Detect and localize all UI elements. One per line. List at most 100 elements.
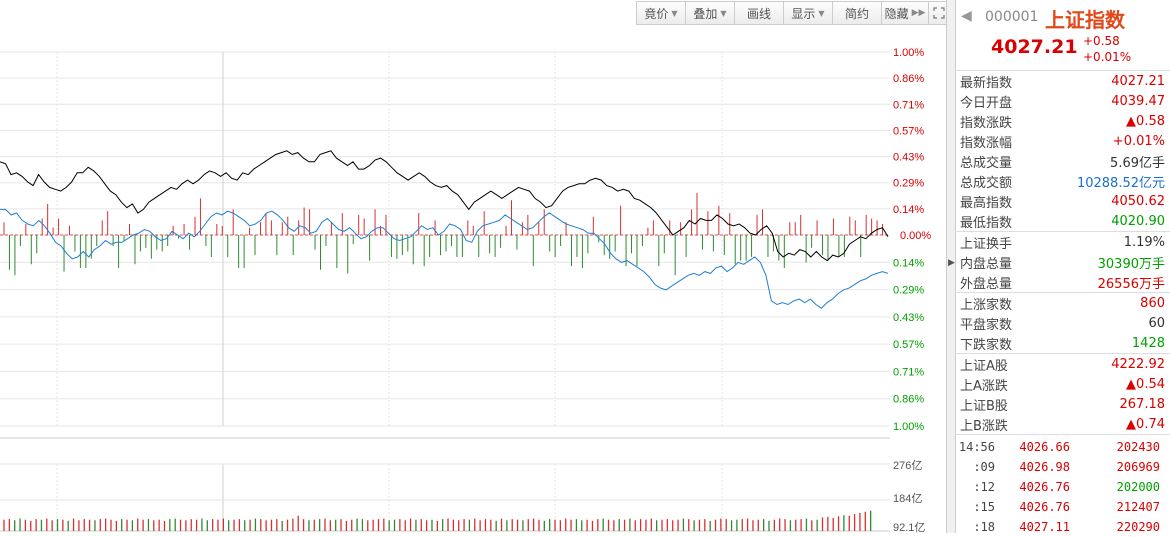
collapse-arrow-icon: ▶ [948,257,955,267]
volume-axis-label: 184亿 [893,492,922,505]
stat-value: 4050.62 [1111,193,1165,209]
index-name: 上证指数 [1045,8,1125,32]
stat-row: 上证B股 267.18 [955,394,1170,414]
stat-row: 外盘总量 26556万手 [955,272,1170,292]
toolbar-auction-button[interactable]: 竟价 ▼ [636,1,685,25]
stat-row: 上B涨跌 ▲0.74 [955,414,1170,434]
toolbar-draw-label: 画线 [746,6,771,21]
tick-time: :15 [973,500,995,514]
stat-label: 外盘总量 [960,276,1013,292]
stat-label: 上B涨跌 [960,418,1008,434]
y-axis-tick-label: 0.57% [893,339,924,351]
volume-axis-label: 276亿 [893,459,922,472]
stat-value: 4020.90 [1111,213,1165,229]
chevron-down-icon: ▼ [720,8,727,18]
fullscreen-icon [933,7,945,19]
back-arrow-icon[interactable]: ◀ [961,8,972,24]
y-axis-tick-label: 0.43% [893,312,924,324]
stat-label: 上证换手 [960,236,1013,252]
toolbar-draw-button[interactable]: 画线 [734,1,783,25]
stat-label: 最新指数 [960,75,1013,91]
stat-row: 下跌家数 1428 [955,333,1170,353]
stat-value: 30390万手 [1097,256,1165,272]
stats-group: 上证A股 4222.92 上A涨跌 ▲0.54 上证B股 267.18 上B涨跌 ▲0.74 [955,354,1170,435]
stat-label: 指数涨幅 [960,135,1013,151]
toolbar-hide-label: 隐藏 [884,6,909,21]
tick-price: 4027.11 [1019,520,1070,534]
stat-row: 最高指数 4050.62 [955,191,1170,211]
stat-value: ▲0.74 [1126,416,1165,432]
tick-volume: 220290 [1116,520,1160,534]
toolbar-auction-label: 竟价 [644,6,669,21]
stat-row: 今日开盘 4039.47 [955,91,1170,111]
tick-price: 4026.98 [1019,460,1070,474]
stat-value: 4222.92 [1111,356,1165,372]
chevron-down-icon: ▼ [671,8,678,18]
y-axis-tick-label: 0.86% [893,394,924,406]
y-axis-tick-label: 0.57% [893,125,924,137]
y-axis-tick-label: 1.00% [893,421,924,433]
toolbar-overlay-label: 叠加 [693,6,718,21]
tick-row: :12 4026.76 202000 [955,477,1170,497]
intraday-chart[interactable]: 1.00% 0.86% 0.71% 0.57% 0.43% 0.29% 0.14% 0.00%… [0,26,946,533]
stats-group: 上涨家数 860 平盘家数 60 下跌家数 1428 [955,293,1170,354]
index-code: 000001 [985,9,1039,25]
quote-header: ◀ 000001 上证指数 4027.21 +0.58 +0.01% [955,0,1170,71]
toolbar-display-button[interactable]: 显示 ▼ [783,1,832,25]
tick-time: 14:56 [958,440,995,454]
index-change-pct: +0.01% [1083,50,1132,64]
double-chevron-right-icon: ▶▶ [911,8,926,18]
y-axis-zero-label: 0.00% [900,230,931,242]
stat-row: 指数涨幅 +0.01% [955,131,1170,151]
y-axis-tick-label: 0.71% [893,99,924,111]
tick-row: :15 4026.76 212407 [955,497,1170,517]
y-axis-tick-label: 0.71% [893,366,924,378]
stat-label: 上涨家数 [960,297,1013,313]
toolbar-simple-button[interactable]: 简约 [832,1,881,25]
chevron-down-icon: ▼ [818,8,825,18]
toolbar-overlay-button[interactable]: 叠加 ▼ [685,1,734,25]
y-axis-tick-label: 0.43% [893,152,924,164]
tick-volume: 212407 [1116,500,1160,514]
y-axis-tick-label: 0.86% [893,73,924,85]
stat-row: 总成交量 5.69亿手 [955,151,1170,171]
stat-value: 26556万手 [1097,276,1165,292]
stat-label: 平盘家数 [960,317,1013,333]
stat-row: 上A涨跌 ▲0.54 [955,374,1170,394]
stat-label: 总成交量 [960,155,1013,171]
stat-row: 指数涨跌 ▲0.58 [955,111,1170,131]
stat-value: 4027.21 [1111,73,1165,89]
stat-row: 上涨家数 860 [955,293,1170,313]
stat-value: 267.18 [1119,396,1166,412]
stat-row: 平盘家数 60 [955,313,1170,333]
stat-value: 4039.47 [1111,93,1165,109]
quote-panel: ◀ 000001 上证指数 4027.21 +0.58 +0.01% 最新指数 4… [955,0,1170,534]
stat-label: 上证B股 [960,398,1008,414]
tick-row: 14:56 4026.66 202430 [955,437,1170,457]
stat-label: 总成交额 [960,175,1013,191]
stat-row: 上证A股 4222.92 [955,354,1170,374]
stat-value: 5.69亿手 [1110,155,1165,171]
y-axis-tick-label: 0.14% [893,204,924,216]
stat-row: 总成交额 10288.52亿元 [955,171,1170,191]
stat-value: ▲0.54 [1126,376,1165,392]
stat-row: 最新指数 4027.21 [955,71,1170,91]
volume-axis-label: 92.1亿 [893,521,925,533]
toolbar-hide-button[interactable]: 隐藏 ▶▶ [881,1,928,25]
stats-table: 最新指数 4027.21 今日开盘 4039.47 指数涨跌 ▲0.58 指数涨幅 +0.01… [955,71,1170,435]
tick-row: :09 4026.98 206969 [955,457,1170,477]
stat-value: 1428 [1131,335,1165,351]
stat-value: +0.01% [1112,133,1165,149]
stat-value: 60 [1148,315,1165,331]
index-change: +0.58 [1083,34,1120,48]
y-axis-tick-label: 1.00% [893,47,924,59]
chart-toolbar: 竟价 ▼ 叠加 ▼ 画线 显示 ▼ 简约 隐藏 ▶▶ [636,1,950,25]
stat-row: 最低指数 4020.90 [955,211,1170,231]
stats-group: 最新指数 4027.21 今日开盘 4039.47 指数涨跌 ▲0.58 指数涨幅 +0.01… [955,71,1170,232]
stat-row: 上证换手 1.19% [955,232,1170,252]
index-price: 4027.21 [991,36,1078,58]
tick-row: :18 4027.11 220290 [955,517,1170,537]
tick-price: 4026.66 [1019,440,1070,454]
y-axis-tick-label: 0.14% [893,257,924,269]
y-axis-tick-label: 0.29% [893,285,924,297]
